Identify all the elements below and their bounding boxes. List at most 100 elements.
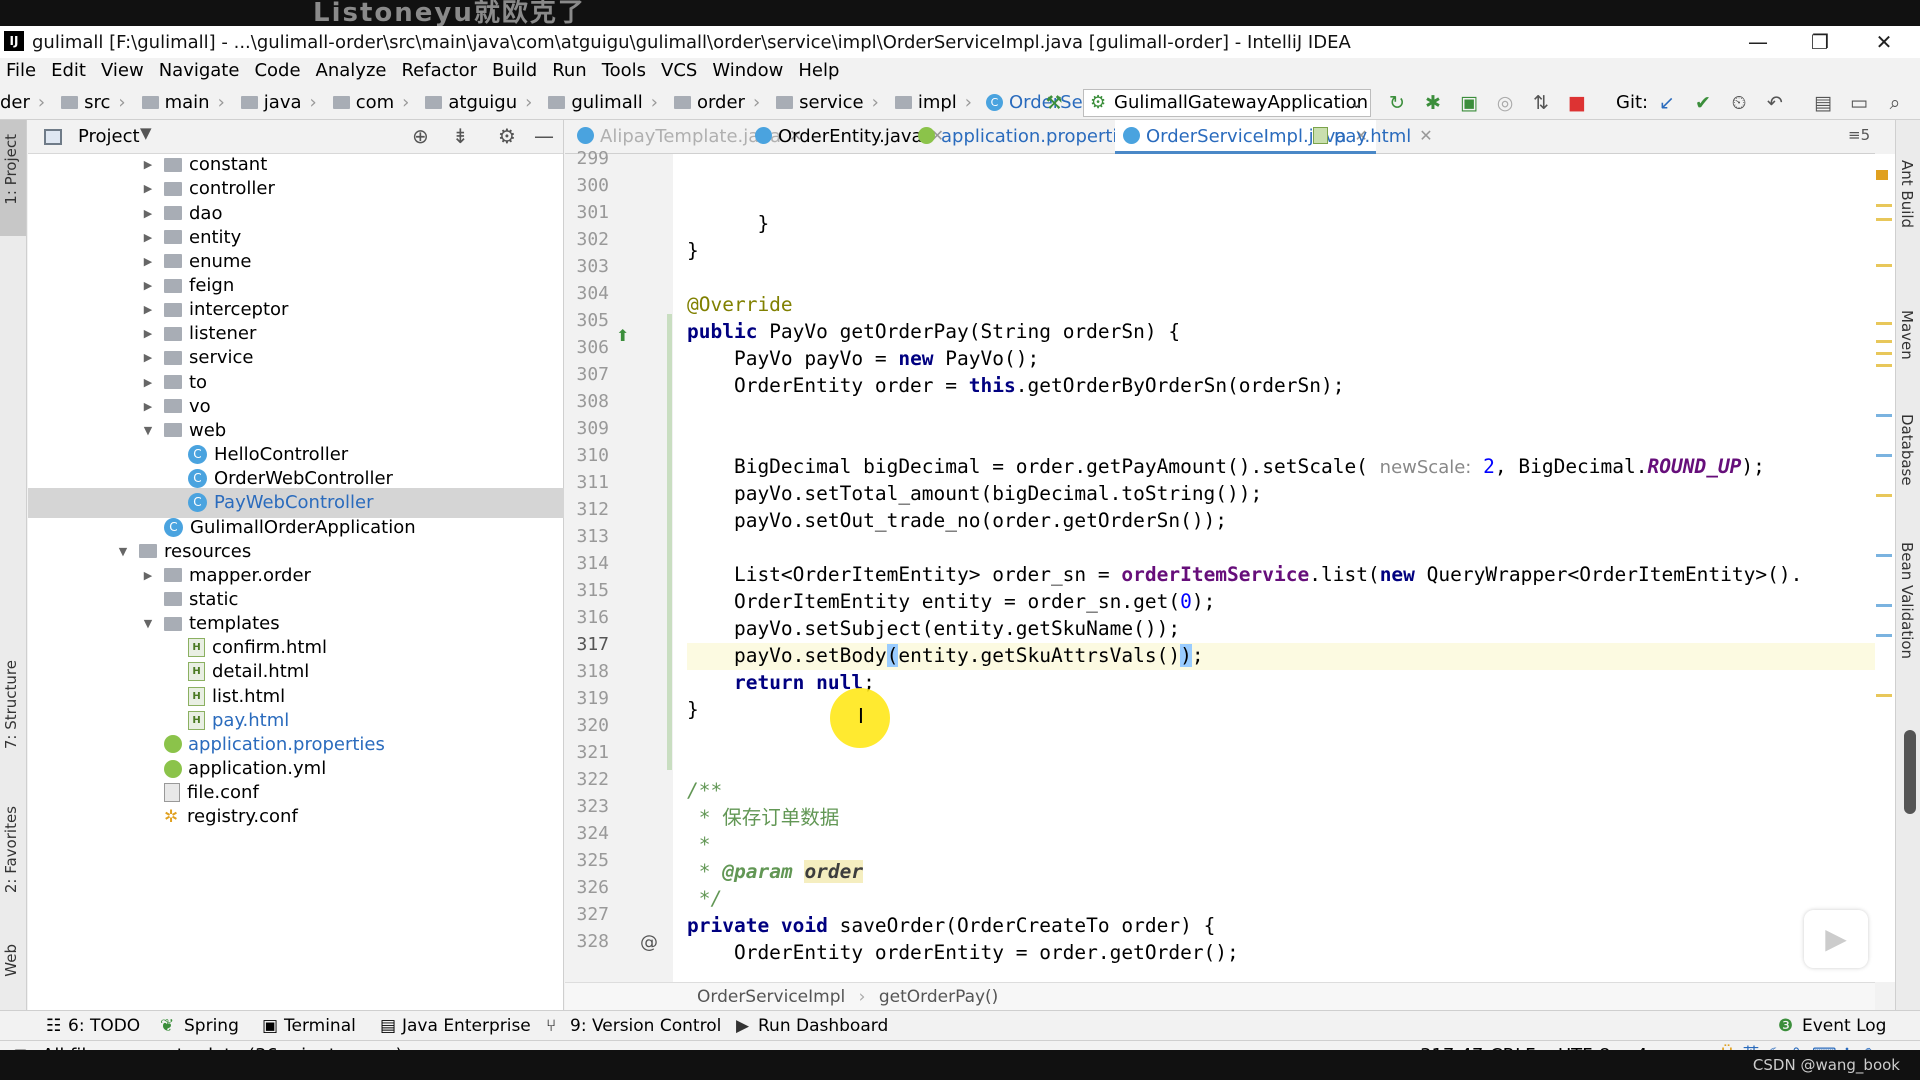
history-icon[interactable]: ⏲: [1728, 92, 1750, 114]
chevron-right-icon[interactable]: ▶: [140, 279, 156, 292]
tab-web[interactable]: Web: [2, 944, 20, 977]
search-icon[interactable]: ⌕: [1884, 92, 1906, 114]
breadcrumb-item[interactable]: java ›: [233, 92, 317, 113]
menu-build[interactable]: Build: [486, 58, 546, 86]
close-button[interactable]: ✕: [1856, 28, 1912, 56]
breadcrumb-item[interactable]: com ›: [325, 92, 410, 113]
menu-tools[interactable]: Tools: [596, 58, 655, 86]
scroll-handle[interactable]: [1904, 730, 1916, 814]
chevron-right-icon[interactable]: ▶: [140, 376, 156, 389]
menu-window[interactable]: Window: [706, 58, 792, 86]
line-number: 314: [576, 553, 609, 574]
tool-spring[interactable]: Spring: [184, 1016, 239, 1036]
run-configuration-select[interactable]: ⚙ GulimallGatewayApplication ⌄: [1083, 89, 1371, 117]
chevron-right-icon[interactable]: ▶: [140, 207, 156, 220]
menu-code[interactable]: Code: [248, 58, 309, 86]
minimize-button[interactable]: —: [1730, 28, 1786, 56]
tab-bean-validation[interactable]: Bean Validation: [1898, 542, 1916, 659]
restore-button[interactable]: ❐: [1792, 28, 1848, 56]
chevron-right-icon[interactable]: ▶: [140, 351, 156, 364]
tool-todo[interactable]: 6: TODO: [68, 1016, 140, 1036]
chevron-right-icon[interactable]: ▶: [140, 182, 156, 195]
gear-icon[interactable]: ⚙: [498, 124, 516, 148]
chevron-right-icon[interactable]: ▶: [140, 400, 156, 413]
breadcrumb-item[interactable]: der ›: [0, 92, 45, 113]
chevron-right-icon[interactable]: ▶: [140, 327, 156, 340]
menu-view[interactable]: View: [95, 58, 153, 86]
git-update-icon[interactable]: ↙: [1656, 92, 1678, 114]
tool-java-enterprise[interactable]: Java Enterprise: [402, 1016, 531, 1036]
attach-icon[interactable]: ⇅: [1530, 92, 1552, 114]
code-line-314: List<OrderItemEntity> order_sn = orderIt…: [687, 563, 1803, 586]
rerun-icon[interactable]: ↻: [1386, 92, 1408, 114]
menu-edit[interactable]: Edit: [45, 58, 95, 86]
chevron-down-icon[interactable]: ▼: [115, 545, 131, 558]
chevron-right-icon[interactable]: ▶: [140, 569, 156, 582]
tool-version-control[interactable]: 9: Version Control: [570, 1016, 721, 1036]
stripe-marker: [1876, 264, 1892, 267]
rollback-icon[interactable]: ↶: [1764, 92, 1786, 114]
line-number: 307: [576, 364, 609, 385]
breadcrumb-method[interactable]: getOrderPay(): [879, 987, 998, 1007]
project-structure-icon[interactable]: ▤: [1812, 92, 1834, 114]
breadcrumb-item[interactable]: impl ›: [887, 92, 972, 113]
collapse-icon[interactable]: ⇟: [452, 124, 469, 148]
code-editor[interactable]: } } @Override public PayVo getOrderPay(S…: [687, 154, 1875, 982]
tab-database[interactable]: Database: [1898, 414, 1916, 486]
editor-tab[interactable]: pay.html ✕: [1305, 120, 1441, 154]
breadcrumb-item[interactable]: src ›: [53, 92, 126, 113]
folder-icon: [164, 568, 182, 583]
chevron-right-icon[interactable]: ▶: [140, 255, 156, 268]
menu-navigate[interactable]: Navigate: [153, 58, 249, 86]
tab-maven[interactable]: Maven: [1898, 310, 1916, 360]
menu-vcs[interactable]: VCS: [655, 58, 706, 86]
menu-refactor[interactable]: Refactor: [395, 58, 486, 86]
chevron-down-icon[interactable]: ▼: [140, 124, 152, 142]
chevron-down-icon[interactable]: ▼: [140, 617, 156, 630]
implements-icon[interactable]: ⬆: [616, 326, 629, 345]
breadcrumb-separator: ›: [402, 92, 410, 113]
debug-icon[interactable]: ✱: [1422, 92, 1444, 114]
stop-icon[interactable]: ■: [1566, 92, 1588, 114]
breadcrumb-class[interactable]: OrderServiceImpl: [697, 987, 845, 1007]
menu-run[interactable]: Run: [546, 58, 596, 86]
build-hammer-icon[interactable]: ⚒: [1043, 92, 1065, 114]
breadcrumb-item[interactable]: service ›: [768, 92, 879, 113]
menu-file[interactable]: File: [0, 58, 45, 86]
tool-terminal[interactable]: Terminal: [284, 1016, 356, 1036]
breadcrumb-item[interactable]: atguigu ›: [417, 92, 532, 113]
locate-icon[interactable]: ⊕: [412, 124, 429, 148]
folder-icon: [164, 254, 182, 269]
hide-icon[interactable]: —: [534, 124, 554, 148]
breadcrumb-item[interactable]: gulimall ›: [540, 92, 658, 113]
tab-overflow[interactable]: ≡5: [1848, 126, 1870, 144]
tab-ant-build[interactable]: Ant Build: [1898, 160, 1916, 228]
tree-item-label: feign: [189, 275, 235, 296]
folder-icon: [776, 96, 794, 109]
project-panel-title[interactable]: Project: [78, 126, 140, 147]
tab-favorites[interactable]: 2: Favorites: [2, 806, 20, 893]
tool-run-dashboard[interactable]: Run Dashboard: [758, 1016, 888, 1036]
tool-event-log[interactable]: Event Log: [1802, 1016, 1886, 1036]
chevron-right-icon[interactable]: ▶: [140, 158, 156, 171]
presentation-icon[interactable]: ▭: [1848, 92, 1870, 114]
menu-help[interactable]: Help: [792, 58, 848, 86]
coverage-icon[interactable]: ▣: [1458, 92, 1480, 114]
tab-structure[interactable]: 7: Structure: [2, 660, 20, 749]
chevron-down-icon[interactable]: ▼: [140, 424, 156, 437]
line-number: 325: [576, 850, 609, 871]
profile-icon[interactable]: ◎: [1494, 92, 1516, 114]
tab-project[interactable]: 1: Project: [2, 134, 20, 205]
breadcrumb-item[interactable]: order ›: [666, 92, 760, 113]
git-commit-icon[interactable]: ✔: [1692, 92, 1714, 114]
tree-item-label: enume: [189, 250, 252, 272]
chevron-right-icon[interactable]: ▶: [140, 303, 156, 316]
close-tab-icon[interactable]: ✕: [1419, 126, 1432, 154]
breadcrumb-item[interactable]: main ›: [134, 92, 225, 113]
chevron-right-icon[interactable]: ▶: [140, 231, 156, 244]
video-play-icon[interactable]: ▶: [1804, 910, 1868, 968]
breadcrumb-separator: ›: [964, 92, 972, 113]
tree-item[interactable]: ✲ registry.conf: [28, 802, 564, 832]
menu-analyze[interactable]: Analyze: [310, 58, 396, 86]
